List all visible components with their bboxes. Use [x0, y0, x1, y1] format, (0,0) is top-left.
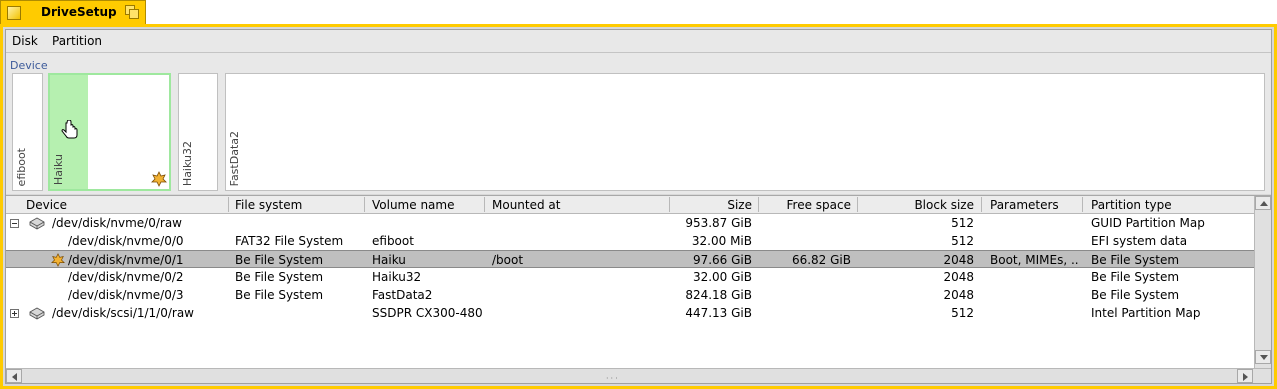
cell-block-size: 512 — [951, 234, 974, 248]
window-title: DriveSetup — [41, 5, 117, 19]
cell-size: 824.18 GiB — [685, 288, 752, 302]
scroll-thumb-grip[interactable]: ··· — [606, 374, 620, 383]
column-divider[interactable] — [484, 197, 485, 212]
menubar: Disk Partition — [6, 30, 1271, 53]
cell-volume-name: SSDPR CX300-480 — [372, 306, 483, 320]
cell-size: 447.13 GiB — [685, 306, 752, 320]
column-divider[interactable] — [758, 197, 759, 212]
scroll-up-arrow[interactable] — [1255, 196, 1271, 210]
horizontal-scrollbar[interactable]: ··· — [6, 368, 1271, 383]
table-row[interactable]: /dev/disk/nvme/0/0 FAT32 File System efibo… — [6, 232, 1255, 250]
partition-box-efiboot[interactable]: efiboot — [12, 73, 43, 191]
column-header-row: Device File system Volume name Mounted a… — [6, 196, 1255, 214]
table-row[interactable]: /dev/disk/nvme/0/2 Be File System Haiku32 3… — [6, 268, 1255, 286]
cell-partition-type: EFI system data — [1091, 234, 1188, 248]
zoom-button[interactable] — [125, 5, 139, 19]
menu-disk[interactable]: Disk — [12, 34, 38, 48]
cell-device: /dev/disk/nvme/0/2 — [68, 270, 184, 284]
column-size[interactable]: Size — [672, 198, 752, 212]
column-divider[interactable] — [981, 197, 982, 212]
column-free-space[interactable]: Free space — [761, 198, 851, 212]
hand-pointer-icon — [61, 120, 78, 139]
table-row[interactable]: /dev/disk/nvme/0/3 Be File System FastData… — [6, 286, 1255, 304]
column-divider[interactable] — [228, 197, 229, 212]
zoom-front-square-icon — [129, 9, 139, 19]
window-content: Disk Partition Device efiboot Haiku Haik… — [5, 29, 1272, 384]
window-frame: Disk Partition Device efiboot Haiku Haik… — [0, 24, 1277, 389]
partition-label: Haiku — [52, 153, 65, 185]
partition-box-fastdata2[interactable]: FastData2 — [225, 73, 1265, 191]
cell-size: 32.00 MiB — [691, 234, 752, 248]
column-device[interactable]: Device — [26, 198, 67, 212]
partition-label: FastData2 — [228, 130, 241, 186]
cell-file-system: Be File System — [235, 253, 324, 267]
cell-partition-type: Be File System — [1091, 288, 1180, 302]
cell-device: /dev/disk/scsi/1/1/0/raw — [52, 306, 194, 320]
cell-block-size: 512 — [951, 306, 974, 320]
cell-size: 953.87 GiB — [685, 216, 752, 230]
cell-block-size: 512 — [951, 216, 974, 230]
partition-list: Device File system Volume name Mounted a… — [6, 195, 1271, 378]
cell-file-system: Be File System — [235, 270, 324, 284]
haiku-leaf-icon — [151, 171, 167, 187]
column-file-system[interactable]: File system — [235, 198, 302, 212]
column-divider[interactable] — [1082, 197, 1083, 212]
close-button[interactable] — [7, 6, 21, 20]
partition-label: Haiku32 — [181, 140, 194, 186]
column-partition-type[interactable]: Partition type — [1091, 198, 1172, 212]
cell-volume-name: efiboot — [372, 234, 414, 248]
column-divider[interactable] — [669, 197, 670, 212]
cell-volume-name: Haiku — [372, 253, 406, 267]
cell-free-space: 66.82 GiB — [791, 253, 851, 267]
cell-block-size: 2048 — [943, 253, 974, 267]
cell-size: 32.00 GiB — [692, 270, 752, 284]
cell-mounted-at: /boot — [492, 253, 524, 267]
menu-partition[interactable]: Partition — [52, 34, 102, 48]
cell-device: /dev/disk/nvme/0/raw — [52, 216, 182, 230]
drive-icon — [29, 217, 45, 230]
expand-toggle[interactable] — [10, 309, 19, 318]
column-divider[interactable] — [364, 197, 365, 212]
scroll-down-arrow[interactable] — [1255, 350, 1271, 364]
cell-device: /dev/disk/nvme/0/1 — [68, 253, 184, 267]
scroll-right-arrow[interactable] — [1237, 369, 1253, 383]
cell-block-size: 2048 — [943, 288, 974, 302]
cell-volume-name: FastData2 — [372, 288, 433, 302]
cell-size: 97.66 GiB — [692, 253, 752, 267]
cell-block-size: 2048 — [943, 270, 974, 284]
partition-label: efiboot — [15, 147, 28, 186]
column-divider[interactable] — [857, 197, 858, 212]
column-mounted-at[interactable]: Mounted at — [492, 198, 560, 212]
cell-file-system: FAT32 File System — [235, 234, 344, 248]
cell-device: /dev/disk/nvme/0/3 — [68, 288, 184, 302]
cell-partition-type: Intel Partition Map — [1091, 306, 1201, 320]
cell-parameters: Boot, MIMEs, ... — [990, 253, 1078, 267]
cell-device: /dev/disk/nvme/0/0 — [68, 234, 184, 248]
cell-partition-type: GUID Partition Map — [1091, 216, 1205, 230]
window-tab[interactable]: DriveSetup — [0, 0, 146, 24]
device-label: Device — [10, 59, 48, 72]
table-row[interactable]: /dev/disk/scsi/1/1/0/raw SSDPR CX300-480 4… — [6, 304, 1255, 322]
partition-box-haiku[interactable]: Haiku — [48, 73, 171, 191]
column-volume-name[interactable]: Volume name — [372, 198, 454, 212]
drive-icon — [29, 307, 45, 320]
table-row[interactable]: /dev/disk/nvme/0/raw 953.87 GiB 512 GUID Pa… — [6, 214, 1255, 232]
vertical-scrollbar[interactable] — [1254, 196, 1271, 378]
column-parameters[interactable]: Parameters — [990, 198, 1059, 212]
cell-partition-type: Be File System — [1091, 253, 1180, 267]
table-row[interactable]: /dev/disk/nvme/0/1 Be File System Haiku/bo… — [6, 250, 1255, 268]
cell-partition-type: Be File System — [1091, 270, 1180, 284]
haiku-leaf-icon — [51, 253, 65, 267]
column-block-size[interactable]: Block size — [860, 198, 974, 212]
device-panel: Device efiboot Haiku Haiku32 FastData2 — [6, 53, 1271, 194]
partition-box-haiku32[interactable]: Haiku32 — [178, 73, 218, 191]
cell-volume-name: Haiku32 — [372, 270, 422, 284]
collapse-toggle[interactable] — [10, 219, 19, 228]
cell-file-system: Be File System — [235, 288, 324, 302]
scroll-left-arrow[interactable] — [6, 369, 22, 383]
